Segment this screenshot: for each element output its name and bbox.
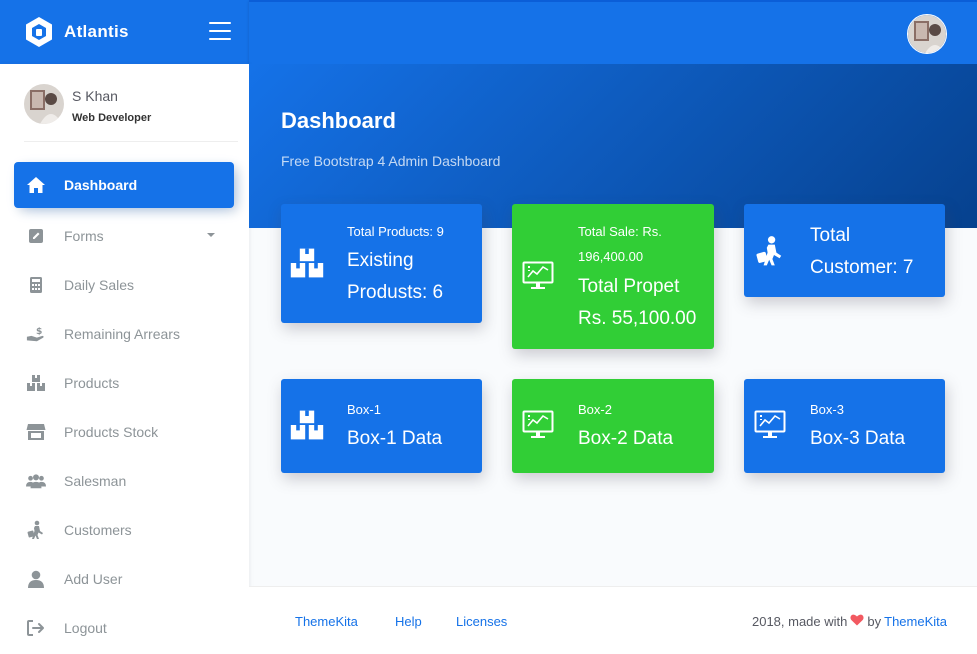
sidebar-item-label: Logout — [64, 619, 107, 636]
sidebar-item-label: Remaining Arrears — [64, 325, 180, 342]
logo-header: Atlantis — [0, 0, 249, 64]
chart-monitor-icon — [520, 258, 556, 294]
card-products-total: Total Products: 9 — [347, 224, 444, 239]
svg-text:$: $ — [36, 327, 42, 337]
footer: ThemeKita Help Licenses 2018, made with … — [249, 586, 977, 654]
card-products-existing-value: Produsts: 6 — [347, 282, 444, 303]
footer-link-licenses[interactable]: Licenses — [456, 614, 507, 629]
card-box-1-value: Box-1 Data — [347, 428, 443, 449]
sidebar-nav: Dashboard Forms Daily Sales $ Remaining … — [0, 162, 249, 652]
card-customer-value: Customer: 7 — [810, 257, 914, 278]
card-total-customer[interactable]: Total Customer: 7 — [744, 204, 945, 297]
chart-monitor-icon — [752, 407, 788, 443]
heart-icon — [850, 614, 864, 629]
sidebar-item-dashboard[interactable]: Dashboard — [14, 162, 234, 208]
sidebar-item-label: Add User — [64, 570, 123, 587]
card-box-1-label: Box-1 — [347, 402, 381, 417]
user-profile[interactable]: S Khan Web Developer — [24, 84, 238, 142]
logout-icon — [26, 618, 46, 638]
atlantis-logo-icon[interactable] — [24, 15, 54, 49]
card-profit-label: Total Propet — [578, 276, 680, 297]
sidebar-item-customers[interactable]: Customers — [0, 505, 249, 554]
user-name: S Khan — [72, 88, 118, 104]
sidebar-item-daily-sales[interactable]: Daily Sales — [0, 260, 249, 309]
person-luggage-icon — [752, 233, 788, 269]
card-box-3-label: Box-3 — [810, 402, 844, 417]
card-customer-label: Total — [810, 225, 851, 246]
sidebar-item-forms[interactable]: Forms — [0, 211, 249, 260]
profile-avatar[interactable] — [907, 14, 947, 54]
card-profit-value: Rs. 55,100.00 — [578, 308, 697, 329]
footer-link-help[interactable]: Help — [395, 614, 422, 629]
pen-square-icon — [26, 226, 46, 246]
card-total-sale[interactable]: Total Sale: Rs. 196,400.00 Total Propet … — [512, 204, 714, 349]
copyright: 2018, made with by ThemeKita — [752, 614, 947, 629]
sidebar-item-products-stock[interactable]: Products Stock — [0, 407, 249, 456]
sidebar-item-label: Dashboard — [64, 177, 138, 193]
hand-dollar-icon: $ — [26, 324, 46, 344]
copyright-text: 2018, made with — [751, 614, 848, 629]
card-box-2-value: Box-2 Data — [578, 428, 674, 449]
top-navbar — [249, 0, 977, 64]
card-box-3-value: Box-3 Data — [810, 428, 906, 449]
card-box-2-label: Box-2 — [578, 402, 612, 417]
user-icon — [26, 569, 46, 589]
sidebar-item-label: Products — [64, 374, 120, 391]
page-title: Dashboard — [281, 108, 396, 133]
card-sale-label: Total Sale: Rs. — [578, 224, 662, 239]
boxes-icon — [26, 373, 46, 393]
card-products-existing-label: Existing — [347, 250, 414, 271]
copyright-by: by — [867, 614, 882, 629]
user-role: Web Developer — [72, 112, 152, 124]
menu-bar — [209, 22, 231, 24]
sidebar-item-label: Products Stock — [64, 423, 159, 440]
users-icon — [26, 471, 46, 491]
footer-link-themekita[interactable]: ThemeKita — [295, 614, 358, 629]
sidebar-item-label: Daily Sales — [64, 276, 135, 293]
sidebar-item-logout[interactable]: Logout — [0, 603, 249, 652]
menu-toggle-button[interactable] — [209, 22, 231, 40]
copyright-brand-link[interactable]: ThemeKita — [884, 614, 947, 629]
sidebar-item-label: Customers — [64, 521, 132, 538]
store-icon — [26, 422, 46, 442]
user-avatar[interactable] — [24, 84, 64, 124]
sidebar: S Khan Web Developer Dashboard Forms Dai… — [0, 64, 249, 654]
chart-monitor-icon — [520, 407, 556, 443]
card-box-1[interactable]: Box-1 Box-1 Data — [281, 379, 482, 473]
chevron-down-icon — [207, 233, 215, 237]
sidebar-item-products[interactable]: Products — [0, 358, 249, 407]
page-subtitle: Free Bootstrap 4 Admin Dashboard — [281, 153, 501, 169]
sidebar-item-label: Forms — [64, 227, 104, 244]
card-sale-value: 196,400.00 — [578, 249, 644, 264]
card-box-2[interactable]: Box-2 Box-2 Data — [512, 379, 714, 473]
person-luggage-icon — [26, 520, 46, 540]
sidebar-item-label: Salesman — [64, 472, 127, 489]
card-total-products[interactable]: Total Products: 9 Existing Produsts: 6 — [281, 204, 482, 323]
boxes-icon — [289, 245, 325, 281]
menu-bar — [209, 38, 231, 40]
menu-bar — [209, 30, 231, 32]
boxes-icon — [289, 407, 325, 443]
card-box-3[interactable]: Box-3 Box-3 Data — [744, 379, 945, 473]
sidebar-item-add-user[interactable]: Add User — [0, 554, 249, 603]
sidebar-item-salesman[interactable]: Salesman — [0, 456, 249, 505]
calculator-icon — [26, 275, 46, 295]
app-name[interactable]: Atlantis — [64, 22, 129, 42]
sidebar-item-remaining-arrears[interactable]: $ Remaining Arrears — [0, 309, 249, 358]
home-icon — [26, 175, 46, 195]
